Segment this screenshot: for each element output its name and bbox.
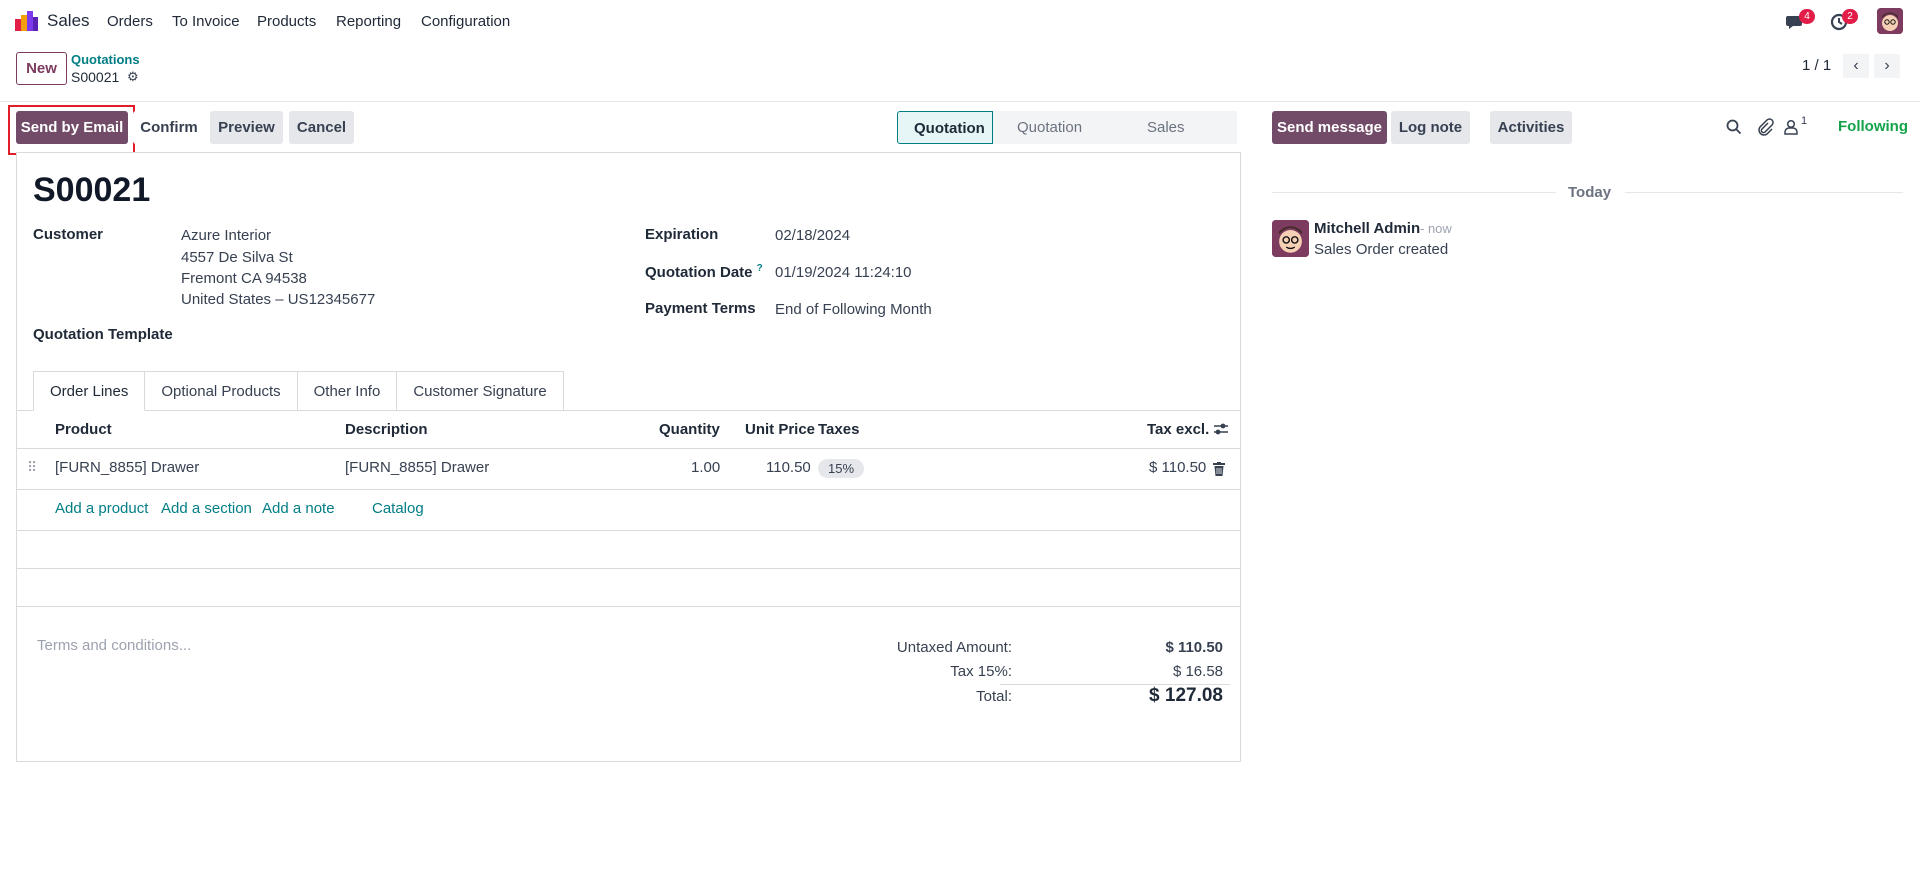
quotation-date-label: Quotation Date ?: [645, 263, 763, 281]
app-name[interactable]: Sales: [47, 11, 90, 31]
breadcrumb-record: S00021: [71, 69, 120, 85]
column-quantity[interactable]: Quantity: [659, 421, 720, 438]
activities-badge: 2: [1842, 9, 1858, 24]
optional-columns-icon[interactable]: [1213, 421, 1229, 437]
pager-next-button[interactable]: ›: [1874, 54, 1900, 78]
search-icon[interactable]: [1725, 118, 1743, 136]
drag-handle-icon[interactable]: ⠿: [27, 459, 37, 476]
followers-person-icon[interactable]: [1783, 118, 1801, 136]
column-taxes[interactable]: Taxes: [818, 421, 859, 438]
date-separator-line: [1272, 192, 1556, 193]
menu-orders[interactable]: Orders: [107, 13, 153, 30]
customer-address-line: United States – US12345677: [181, 291, 376, 308]
column-description[interactable]: Description: [345, 421, 428, 438]
total-label: Total:: [976, 688, 1012, 705]
add-product-link[interactable]: Add a product: [55, 500, 148, 517]
tax-tag[interactable]: 15%: [818, 459, 865, 478]
untaxed-label: Untaxed Amount:: [896, 639, 1012, 656]
message-body: Sales Order created: [1314, 241, 1449, 258]
tab-other-info[interactable]: Other Info: [297, 371, 398, 411]
expiration-value[interactable]: 02/18/2024: [775, 227, 850, 244]
stage-quotation[interactable]: Quotation: [897, 111, 993, 144]
untaxed-value: $ 110.50: [1165, 639, 1223, 656]
tax-label: Tax 15%:: [950, 663, 1012, 680]
tab-order-lines[interactable]: Order Lines: [33, 371, 146, 411]
menu-products[interactable]: Products: [257, 13, 316, 30]
customer-address-line: Fremont CA 94538: [181, 270, 307, 287]
customer-label: Customer: [33, 226, 104, 243]
cell-subtotal: $ 110.50: [1149, 459, 1207, 476]
payment-terms-label: Payment Terms: [645, 300, 756, 317]
sales-app-icon[interactable]: [15, 11, 39, 31]
attachment-paperclip-icon[interactable]: [1756, 118, 1774, 136]
pager-prev-button[interactable]: ‹: [1843, 54, 1869, 78]
messages-badge: 4: [1799, 9, 1815, 24]
message-author-avatar[interactable]: [1272, 220, 1309, 257]
table-divider: [17, 448, 1240, 449]
form-sheet: S00021 Customer Azure Interior 4557 De S…: [16, 152, 1241, 762]
activities-button[interactable]: Activities: [1490, 111, 1572, 144]
add-note-link[interactable]: Add a note: [262, 500, 335, 517]
log-note-button[interactable]: Log note: [1391, 111, 1470, 144]
control-panel: New Quotations S00021 ⚙ 1 / 1 ‹ ›: [0, 42, 1920, 102]
date-separator: Today: [1568, 184, 1612, 201]
notebook-tabs: Order Lines Optional Products Other Info…: [33, 371, 564, 411]
menu-reporting[interactable]: Reporting: [336, 13, 401, 30]
record-title: S00021: [33, 171, 151, 209]
cell-description[interactable]: [FURN_8855] Drawer: [345, 459, 489, 476]
column-unit-price[interactable]: Unit Price: [745, 421, 815, 438]
gear-icon[interactable]: ⚙: [127, 69, 139, 85]
pager-value[interactable]: 1 / 1: [1802, 57, 1831, 74]
confirm-button[interactable]: Confirm: [133, 111, 205, 144]
column-product[interactable]: Product: [55, 421, 112, 438]
stage-quotation-sent[interactable]: Quotation Sent: [993, 111, 1123, 169]
user-avatar[interactable]: [1877, 8, 1903, 34]
highlight-box: [8, 105, 135, 155]
customer-address-line: 4557 De Silva St: [181, 249, 293, 266]
terms-input[interactable]: Terms and conditions...: [37, 637, 191, 654]
tab-optional-products[interactable]: Optional Products: [145, 371, 298, 411]
table-divider: [17, 530, 1240, 531]
table-divider: [17, 489, 1240, 490]
status-bar: Quotation Quotation Sent Sales Order: [897, 111, 1237, 169]
breadcrumb-quotations[interactable]: Quotations: [71, 52, 140, 67]
help-tooltip-icon[interactable]: ?: [757, 263, 763, 274]
total-value: $ 127.08: [1149, 685, 1223, 706]
payment-terms-value[interactable]: End of Following Month: [775, 301, 932, 318]
stage-sales-order[interactable]: Sales Order: [1123, 111, 1237, 169]
following-button[interactable]: Following: [1838, 118, 1908, 135]
customer-name[interactable]: Azure Interior: [181, 227, 271, 244]
cancel-button[interactable]: Cancel: [289, 111, 354, 144]
trash-icon[interactable]: [1213, 462, 1225, 476]
table-divider: [17, 606, 1240, 607]
preview-button[interactable]: Preview: [210, 111, 283, 144]
message-time: - now: [1420, 221, 1452, 236]
add-section-link[interactable]: Add a section: [161, 500, 252, 517]
send-message-button[interactable]: Send message: [1272, 111, 1387, 144]
column-tax-excl[interactable]: Tax excl.: [1147, 421, 1209, 438]
menu-to-invoice[interactable]: To Invoice: [172, 13, 240, 30]
tax-value: $ 16.58: [1172, 663, 1223, 680]
cell-unit-price[interactable]: 110.50: [766, 459, 811, 476]
new-button[interactable]: New: [16, 52, 67, 85]
top-navbar: Sales Orders To Invoice Products Reporti…: [0, 0, 1920, 42]
expiration-label: Expiration: [645, 226, 719, 243]
cell-product[interactable]: [FURN_8855] Drawer: [55, 459, 199, 476]
catalog-link[interactable]: Catalog: [372, 500, 424, 517]
cell-quantity[interactable]: 1.00: [691, 459, 720, 476]
tab-customer-signature[interactable]: Customer Signature: [397, 371, 564, 411]
date-separator-line: [1625, 192, 1903, 193]
table-divider: [17, 568, 1240, 569]
message-author[interactable]: Mitchell Admin: [1314, 220, 1420, 237]
quotation-date-value[interactable]: 01/19/2024 11:24:10: [775, 264, 912, 281]
followers-count: 1: [1801, 115, 1808, 127]
quotation-template-label: Quotation Template: [33, 326, 173, 343]
menu-configuration[interactable]: Configuration: [421, 13, 510, 30]
